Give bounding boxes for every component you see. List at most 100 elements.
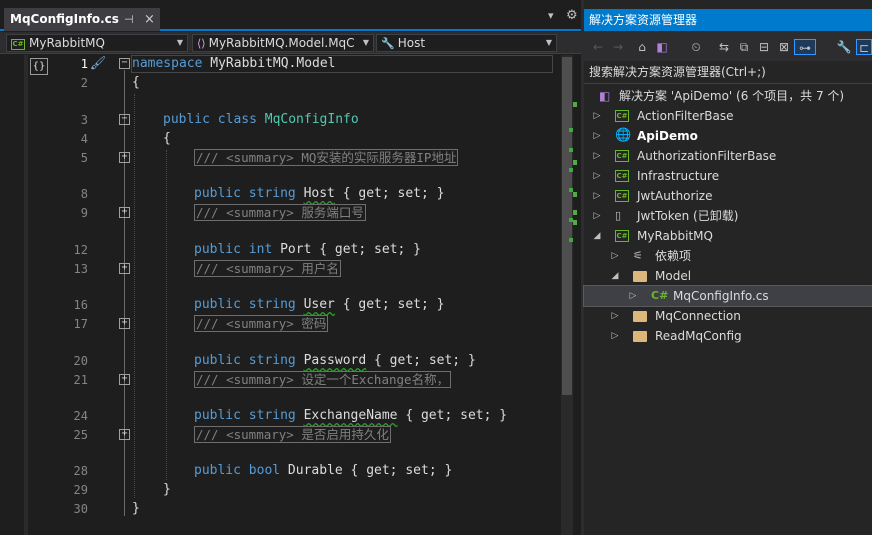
collapsed-doc-comment[interactable]: /// <summary> 是否启用持久化 [194,426,391,443]
code-line[interactable]: namespace MyRabbitMQ.Model [132,55,336,73]
tree-view-icon[interactable]: ⊶ [794,39,816,55]
expand-toggle[interactable]: + [119,429,130,440]
collapse-icon[interactable]: ◢ [592,226,602,246]
project-node[interactable]: ▷ C# AuthorizationFilterBase [584,146,872,166]
code-editor[interactable]: MqConfigInfo.cs ⊣ × ▾ ⚙ C# MyRabbitMQ ▼ ⟨… [0,0,581,535]
expand-icon[interactable]: ▷ [628,286,638,306]
back-icon[interactable]: ← [590,39,606,55]
expand-icon[interactable]: ▷ [592,106,602,126]
member-dropdown[interactable]: 🔧 Host ▼ [376,34,557,52]
collapsed-doc-comment[interactable]: /// <summary> 设定一个Exchange名称， [194,371,452,388]
expand-icon[interactable]: ▷ [592,186,602,206]
document-tab-label: MqConfigInfo.cs [10,12,119,26]
collapse-toggle[interactable]: − [119,114,130,125]
tab-overflow-icon[interactable]: ▾ [548,9,554,22]
csharp-project-icon: C# [615,150,629,162]
wrench-icon[interactable]: 🔧 [836,39,852,55]
code-line[interactable]: } [132,500,140,518]
document-tab-strip: MqConfigInfo.cs ⊣ × ▾ ⚙ [0,0,581,31]
code-line[interactable]: public string User { get; set; } [194,296,444,314]
expand-icon[interactable]: ▷ [610,246,620,266]
project-dropdown[interactable]: C# MyRabbitMQ ▼ [6,34,188,52]
expand-toggle[interactable]: + [119,263,130,274]
code-line[interactable]: /// <summary> 用户名 [194,260,341,279]
forward-icon[interactable]: → [610,39,626,55]
type-dropdown[interactable]: ⟨⟩ MyRabbitMQ.Model.MqC ▼ [192,34,374,52]
expand-icon[interactable]: ▷ [592,166,602,186]
collapse-all-icon[interactable]: ⊟ [756,39,772,55]
code-line[interactable]: public bool Durable { get; set; } [194,462,452,480]
code-line[interactable]: /// <summary> 设定一个Exchange名称， [194,371,452,390]
expand-icon[interactable]: ▷ [592,146,602,166]
property-wrench-icon: 🔧 [381,37,395,50]
solution-icon: ◧ [599,89,611,103]
codelens-icon[interactable]: {} [30,58,48,75]
expand-icon[interactable]: ▷ [592,206,602,226]
folder-node[interactable]: ◢ Model [584,266,872,286]
line-number: 16 [73,298,88,312]
line-number: 12 [73,243,88,257]
line-number: 20 [73,354,88,368]
namespace-icon: ⟨⟩ [197,37,206,50]
expand-toggle[interactable]: + [119,207,130,218]
code-line[interactable]: public class MqConfigInfo [163,111,359,129]
code-line[interactable]: public string Host { get; set; } [194,185,444,203]
quick-actions-icon[interactable]: 🖌 [88,56,108,74]
code-line[interactable]: public string Password { get; set; } [194,352,476,370]
project-node[interactable]: ▷ C# Infrastructure [584,166,872,186]
expand-icon[interactable]: ▷ [592,126,602,146]
properties-icon[interactable]: ⊏ [856,39,872,55]
collapsed-doc-comment[interactable]: /// <summary> MQ安装的实际服务器IP地址 [194,149,459,166]
code-line[interactable]: /// <summary> MQ安装的实际服务器IP地址 [194,149,459,168]
project-node[interactable]: ▷ C# JwtAuthorize [584,186,872,206]
search-input[interactable]: 搜索解决方案资源管理器(Ctrl+;) [584,61,872,84]
collapsed-doc-comment[interactable]: /// <summary> 服务端口号 [194,204,366,221]
csharp-project-icon: C# [615,170,629,182]
scrollbar-thumb[interactable] [562,57,572,395]
collapse-toggle[interactable]: − [119,58,130,69]
folder-node[interactable]: ▷ ReadMqConfig [584,326,872,346]
expand-toggle[interactable]: + [119,152,130,163]
expand-icon[interactable]: ▷ [610,306,620,326]
collapsed-doc-comment[interactable]: /// <summary> 用户名 [194,260,341,277]
pages-icon[interactable]: ⧉ [736,39,752,55]
close-icon[interactable]: × [144,8,155,31]
document-tab[interactable]: MqConfigInfo.cs ⊣ × [4,8,160,31]
gear-icon[interactable]: ⚙ [566,8,578,23]
project-node[interactable]: ◢ C# MyRabbitMQ [584,226,872,246]
expand-icon[interactable]: ▷ [610,326,620,346]
pin-icon[interactable]: ⊣ [124,8,134,31]
dependencies-icon: ⚟ [633,249,643,262]
code-line[interactable]: /// <summary> 是否启用持久化 [194,426,391,445]
change-marker [573,160,577,165]
chevron-down-icon: ▼ [545,38,552,47]
code-line[interactable]: /// <summary> 服务端口号 [194,204,366,223]
collapse-icon[interactable]: ◢ [610,266,620,286]
panel-title[interactable]: 解决方案资源管理器 [584,9,872,31]
project-node[interactable]: ▷ ▯ JwtToken (已卸载) [584,206,872,226]
home-icon[interactable]: ⌂ [634,39,650,55]
file-node-selected[interactable]: ▷ C# MqConfigInfo.cs [583,285,872,307]
expand-toggle[interactable]: + [119,374,130,385]
preview-icon[interactable]: ⊠ [776,39,792,55]
line-number: 29 [73,483,88,497]
project-node[interactable]: ▷ C# ActionFilterBase [584,106,872,126]
project-node[interactable]: ▷ 🌐 ApiDemo [584,126,872,146]
folder-node[interactable]: ▷ MqConnection [584,306,872,326]
solution-node[interactable]: ◧ 解决方案 'ApiDemo' (6 个项目，共 7 个) [584,86,872,106]
sync-icon[interactable]: ⇆ [716,39,732,55]
collapsed-doc-comment[interactable]: /// <summary> 密码 [194,315,329,332]
dependencies-node[interactable]: ▷ ⚟ 依赖项 [584,246,872,266]
switch-views-icon[interactable]: ◧ [654,39,670,55]
solution-explorer-toolbar: ← → ⌂ ◧ ⏲ ⇆ ⧉ ⊟ ⊠ ⊶ 🔧 ⊏ [584,31,872,61]
code-line[interactable]: /// <summary> 密码 [194,315,329,334]
git-status-marker [569,218,573,222]
code-line[interactable]: { [163,130,171,148]
expand-toggle[interactable]: + [119,318,130,329]
line-number: 8 [80,187,88,201]
code-line[interactable]: } [163,481,171,499]
code-line[interactable]: { [132,74,140,92]
code-line[interactable]: public string ExchangeName { get; set; } [194,407,507,425]
history-icon[interactable]: ⏲ [684,39,708,55]
code-line[interactable]: public int Port { get; set; } [194,241,421,259]
